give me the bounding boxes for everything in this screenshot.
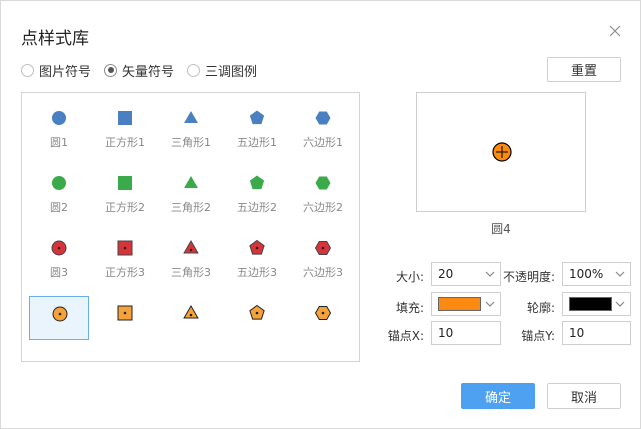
- symbol-cell-triangle[interactable]: 三角形2: [161, 166, 221, 214]
- symbol-cell-hexagon[interactable]: 六边形1: [293, 101, 353, 149]
- anchor-y-label: 锚点Y:: [521, 329, 555, 343]
- fill-color-swatch: [438, 297, 481, 311]
- fill-label: 填充:: [395, 301, 424, 315]
- symbol-cell-pentagon[interactable]: [227, 296, 287, 340]
- symbol-label: 正方形2: [105, 201, 145, 214]
- outline-color-swatch: [569, 297, 612, 311]
- outline-label: 轮廓:: [526, 301, 555, 315]
- symbol-cell-hexagon[interactable]: 六边形3: [293, 231, 353, 279]
- opacity-label: 不透明度:: [502, 270, 555, 284]
- symbol-label: 六边形2: [303, 201, 343, 214]
- symbol-cell-square[interactable]: [95, 296, 155, 340]
- opacity-select[interactable]: 100%: [562, 262, 631, 286]
- radio-label: 三调图例: [205, 64, 258, 80]
- symbol-cell-pentagon[interactable]: 五边形1: [227, 101, 287, 149]
- symbol-label: 六边形1: [303, 136, 343, 149]
- radio-legend-symbol[interactable]: 三调图例: [187, 61, 257, 80]
- symbol-label: 圆1: [50, 136, 68, 149]
- point-style-dialog: 点样式库 图片符号 矢量符号 三调图例 重置 圆1 正方形1 三角形1 五边形1…: [0, 0, 641, 429]
- symbol-cell-hexagon[interactable]: 六边形2: [293, 166, 353, 214]
- outline-color-picker[interactable]: [562, 292, 631, 316]
- radio-label: 图片符号: [39, 64, 92, 80]
- chevron-down-icon: [615, 301, 625, 307]
- radio-vector-symbol[interactable]: 矢量符号: [104, 61, 174, 80]
- symbol-cell-triangle[interactable]: [161, 296, 221, 340]
- size-label: 大小:: [395, 270, 424, 284]
- symbol-label: 五边形2: [237, 201, 277, 214]
- symbol-label: 三角形1: [171, 136, 211, 149]
- symbol-label: 圆2: [50, 201, 68, 214]
- symbol-label: 五边形3: [237, 266, 277, 279]
- symbol-cell-triangle[interactable]: 三角形1: [161, 101, 221, 149]
- preview-symbol-name: 圆4: [491, 222, 511, 236]
- symbol-preview: [416, 92, 586, 212]
- anchor-x-input[interactable]: 10: [431, 321, 501, 345]
- symbol-label: 三角形2: [171, 201, 211, 214]
- symbol-cell-circle[interactable]: 圆2: [29, 166, 89, 214]
- symbol-cell-circle[interactable]: 圆1: [29, 101, 89, 149]
- ok-button[interactable]: 确定: [461, 383, 535, 409]
- symbol-cell-circle[interactable]: [29, 296, 89, 340]
- symbol-cell-square[interactable]: 正方形1: [95, 101, 155, 149]
- radio-circle-checked-icon: [104, 63, 118, 77]
- chevron-down-icon: [615, 271, 625, 277]
- dialog-title: 点样式库: [21, 29, 89, 49]
- symbol-cell-hexagon[interactable]: [293, 296, 353, 340]
- chevron-down-icon: [485, 271, 495, 277]
- radio-image-symbol[interactable]: 图片符号: [21, 61, 91, 80]
- symbol-cell-triangle[interactable]: 三角形3: [161, 231, 221, 279]
- chevron-down-icon: [485, 301, 495, 307]
- radio-circle-icon: [187, 63, 201, 77]
- symbol-label: 三角形3: [171, 266, 211, 279]
- symbol-cell-circle[interactable]: 圆3: [29, 231, 89, 279]
- symbol-label: 正方形1: [105, 136, 145, 149]
- symbol-grid: 圆1 正方形1 三角形1 五边形1 六边形1 圆2 正方形2 三角形2 五边形2 六边形2 圆3 正方…: [21, 92, 360, 362]
- reset-button[interactable]: 重置: [547, 57, 621, 82]
- radio-circle-icon: [21, 63, 34, 77]
- symbol-label: 六边形3: [303, 266, 343, 279]
- cancel-button[interactable]: 取消: [547, 383, 621, 409]
- symbol-label: 五边形1: [237, 136, 277, 149]
- symbol-cell-square[interactable]: 正方形2: [95, 166, 155, 214]
- symbol-cell-pentagon[interactable]: 五边形2: [227, 166, 287, 214]
- symbol-type-radio-group: 图片符号 矢量符号 三调图例: [21, 61, 270, 80]
- size-select[interactable]: 20: [431, 262, 501, 286]
- fill-color-picker[interactable]: [431, 292, 501, 316]
- symbol-label: 圆3: [50, 266, 68, 279]
- anchor-y-input[interactable]: 10: [562, 321, 631, 345]
- radio-label: 矢量符号: [122, 64, 175, 80]
- close-icon[interactable]: [607, 23, 623, 39]
- anchor-x-label: 锚点X:: [387, 329, 424, 343]
- symbol-label: 正方形3: [105, 266, 145, 279]
- symbol-cell-square[interactable]: 正方形3: [95, 231, 155, 279]
- symbol-cell-pentagon[interactable]: 五边形3: [227, 231, 287, 279]
